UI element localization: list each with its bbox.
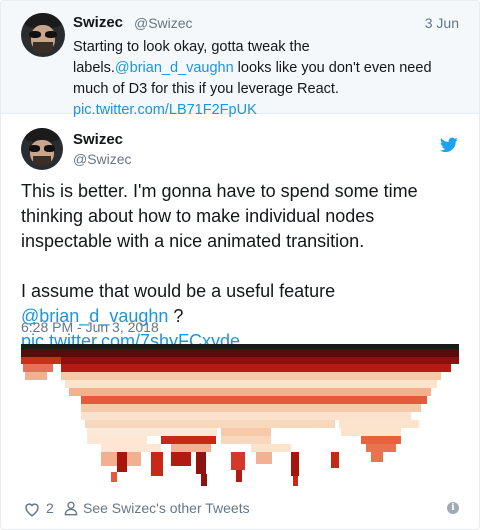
author-name[interactable]: Swizec <box>73 131 123 148</box>
parent-pic-link[interactable]: pic.twitter.com/LB71F2FpUK <box>73 102 257 118</box>
person-icon[interactable] <box>63 499 79 517</box>
like-count[interactable]: 2 <box>46 500 54 516</box>
info-icon[interactable]: i <box>447 502 459 514</box>
flame-graph-image[interactable] <box>21 344 459 494</box>
parent-author-handle[interactable]: @Swizec <box>134 15 193 31</box>
parent-tweet[interactable]: Swizec @Swizec 3 Jun Starting to look ok… <box>1 1 479 118</box>
tweet-paragraph-1: This is better. I'm gonna have to spend … <box>21 181 418 251</box>
see-other-tweets-link[interactable]: See Swizec's other Tweets <box>83 500 250 516</box>
parent-tweet-text: Starting to look okay, gotta tweak the l… <box>73 37 465 121</box>
tweet-timestamp[interactable]: 6:28 PM - Jun 3, 2018 <box>21 319 159 335</box>
twitter-bird-icon[interactable] <box>440 137 458 153</box>
author-avatar[interactable] <box>21 128 63 170</box>
tweet-text-start: I assume that would be a useful feature <box>21 281 336 301</box>
tweet-footer: 2 See Swizec's other Tweets i <box>1 495 479 525</box>
tweet-embed-card: Swizec @Swizec 3 Jun Starting to look ok… <box>0 0 480 530</box>
author-handle[interactable]: @Swizec <box>73 151 132 167</box>
heart-icon[interactable] <box>23 500 41 518</box>
parent-author-name[interactable]: Swizec <box>73 14 123 31</box>
parent-tweet-date[interactable]: 3 Jun <box>425 15 459 31</box>
tweet-text-end: ? <box>168 306 184 326</box>
parent-avatar[interactable] <box>21 13 65 57</box>
parent-mention-link[interactable]: @brian_d_vaughn <box>115 60 234 76</box>
